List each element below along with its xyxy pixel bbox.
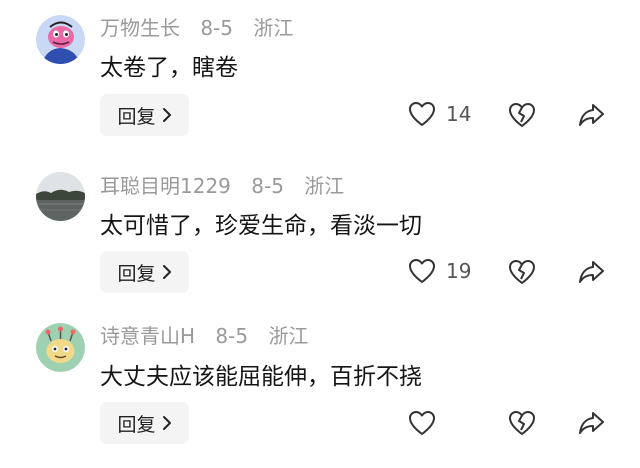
- reply-button[interactable]: 回复: [100, 402, 189, 444]
- comment-date: 8-5: [251, 174, 284, 198]
- comment-date: 8-5: [200, 16, 234, 40]
- share-icon[interactable]: [577, 410, 605, 436]
- comment-text: 太可惜了，珍爱生命，看淡一切: [100, 213, 422, 239]
- share-icon[interactable]: [577, 259, 605, 285]
- reply-button[interactable]: 回复: [100, 94, 189, 136]
- comment-location: 浙江: [268, 324, 309, 348]
- broken-heart-icon[interactable]: [508, 102, 536, 128]
- heart-icon: [409, 411, 435, 435]
- comment-location: 浙江: [253, 16, 294, 40]
- comment-meta: 诗意青山H 8-5 浙江: [100, 324, 308, 348]
- heart-icon: [409, 102, 435, 126]
- username[interactable]: 万物生长: [100, 16, 180, 40]
- username[interactable]: 诗意青山H: [100, 324, 195, 348]
- like-button[interactable]: 19: [408, 258, 471, 284]
- chevron-right-icon: [162, 108, 171, 122]
- like-button[interactable]: [408, 410, 436, 436]
- chevron-right-icon: [162, 265, 171, 279]
- comment-item: 诗意青山H 8-5 浙江 大丈夫应该能屈能伸，百折不挠 回复: [0, 312, 640, 468]
- share-icon[interactable]: [577, 102, 605, 128]
- reply-label: 回复: [117, 413, 156, 436]
- avatar[interactable]: [36, 172, 85, 221]
- comment-text: 太卷了，瞎卷: [100, 55, 238, 81]
- green-monster-avatar-icon: [36, 323, 85, 372]
- avatar[interactable]: [36, 323, 85, 372]
- comment-text: 大丈夫应该能屈能伸，百折不挠: [100, 364, 422, 390]
- username[interactable]: 耳聪目明1229: [100, 174, 231, 198]
- comment-location: 浙江: [304, 174, 345, 198]
- heart-icon: [409, 259, 435, 283]
- like-button[interactable]: 14: [408, 101, 471, 127]
- comment-item: 万物生长 8-5 浙江 太卷了，瞎卷 回复 14: [0, 0, 640, 156]
- like-count: 19: [446, 259, 472, 283]
- broken-heart-icon[interactable]: [508, 410, 536, 436]
- broken-heart-icon[interactable]: [508, 259, 536, 285]
- landscape-photo-avatar-icon: [36, 172, 85, 221]
- reply-button[interactable]: 回复: [100, 251, 189, 293]
- like-count: 14: [446, 102, 472, 126]
- chevron-right-icon: [162, 416, 171, 430]
- reply-label: 回复: [117, 262, 156, 285]
- pink-cartoon-avatar-icon: [36, 15, 85, 64]
- reply-label: 回复: [117, 105, 156, 128]
- comment-meta: 万物生长 8-5 浙江: [100, 16, 293, 40]
- comment-meta: 耳聪目明1229 8-5 浙江: [100, 174, 344, 198]
- avatar[interactable]: [36, 15, 85, 64]
- comment-date: 8-5: [215, 324, 249, 348]
- comment-item: 耳聪目明1229 8-5 浙江 太可惜了，珍爱生命，看淡一切 回复 19: [0, 156, 640, 312]
